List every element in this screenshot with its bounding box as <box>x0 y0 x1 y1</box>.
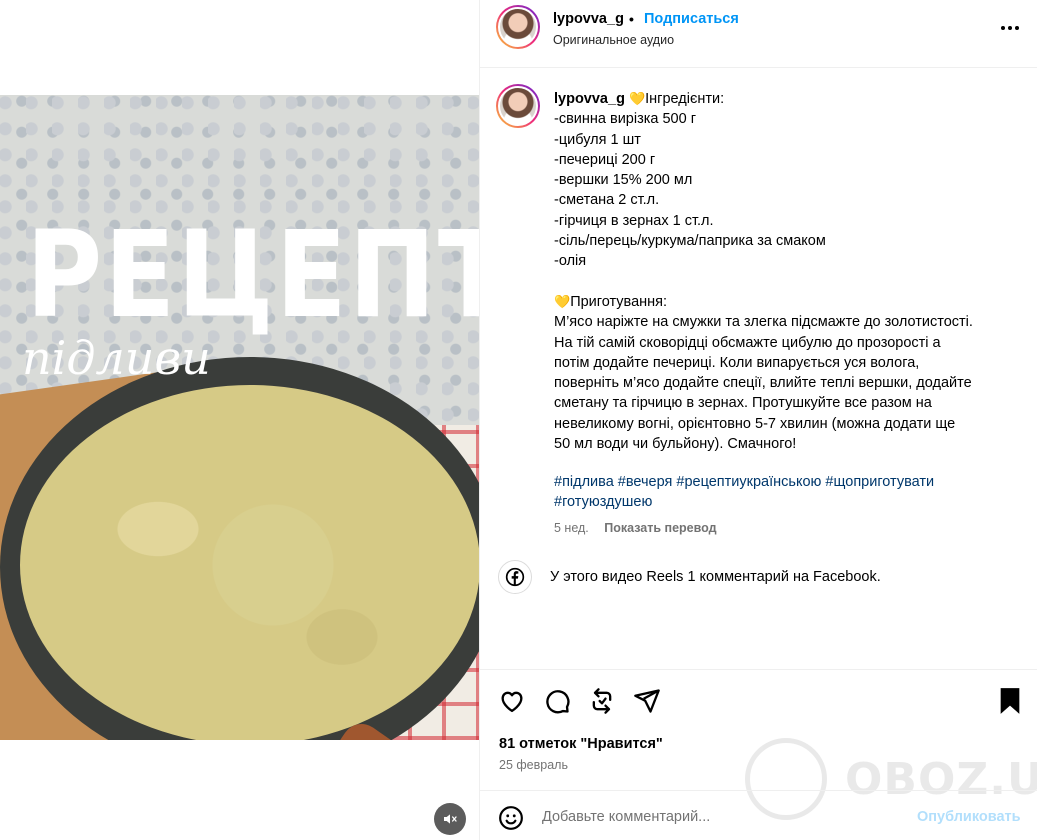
save-button[interactable] <box>998 687 1026 715</box>
emoji-icon <box>499 806 523 830</box>
mute-button[interactable] <box>434 803 466 835</box>
prep-line: 50 мл води чи бульйону). Смачного! <box>554 436 797 453</box>
prep-line: поверніть м’ясо додайте спеції, влийте т… <box>554 375 972 392</box>
caption-avatar[interactable] <box>496 84 540 128</box>
facebook-icon <box>505 567 525 587</box>
comment-bar: Опубликовать <box>480 790 1037 840</box>
facebook-note-text: У этого видео Reels 1 комментарий на Fac… <box>550 569 881 585</box>
yellow-heart-icon: 💛 <box>628 91 646 106</box>
share-icon <box>634 689 660 713</box>
hashtag-link[interactable]: #рецептиукраїнською <box>676 474 821 490</box>
video-frame[interactable]: РЕЦЕПТ підливи <box>0 95 479 740</box>
prep-line: М’ясо наріжте на смужки та злегка підсма… <box>554 314 973 331</box>
yellow-heart-icon: 💛 <box>554 293 571 309</box>
comment-button[interactable] <box>543 687 571 715</box>
post-caption: lypovva_g 💛Інгредієнти: -свинна вирізка … <box>480 70 1037 670</box>
follow-button[interactable]: Подписаться <box>644 11 739 27</box>
hashtag-link[interactable]: #підлива <box>554 474 614 490</box>
caption-line: -сіль/перець/куркума/паприка за смаком <box>554 233 826 250</box>
emoji-button[interactable] <box>498 805 524 831</box>
translate-button[interactable]: Показать перевод <box>604 521 716 535</box>
hashtag-link[interactable]: #щоприготувати <box>825 474 934 490</box>
likes-count[interactable]: 81 отметок "Нравится" <box>499 736 663 752</box>
prep-line: невеликому вогні, орієнтовно 5-7 хвилин … <box>554 415 956 432</box>
facebook-comments-note: У этого видео Reels 1 комментарий на Fac… <box>498 559 881 595</box>
repost-button[interactable] <box>588 687 616 715</box>
audio-link[interactable]: Оригинальное аудио <box>553 33 674 47</box>
sauce-dish <box>20 385 479 740</box>
post-media[interactable]: РЕЦЕПТ підливи <box>0 0 479 840</box>
prep-line: потім додайте печериці. Коли випарується… <box>554 354 920 371</box>
more-options-button[interactable] <box>998 16 1022 40</box>
prep-line: сметану та гірчицю в зернах. Протушкуйте… <box>554 395 932 412</box>
header-separator: • <box>629 11 634 27</box>
post-header: lypovva_g • Подписаться Оригинальное ауд… <box>480 0 1037 68</box>
caption-line: -цибуля 1 шт <box>554 131 641 148</box>
caption-line: -сметана 2 ст.л. <box>554 192 660 209</box>
publish-button[interactable]: Опубликовать <box>917 809 1021 825</box>
caption-line: -вершки 15% 200 мл <box>554 172 693 189</box>
like-icon <box>501 691 523 713</box>
header-username[interactable]: lypovva_g <box>553 11 624 27</box>
overlay-subtitle: підливи <box>22 331 211 385</box>
mute-icon <box>444 814 457 824</box>
post-age[interactable]: 5 нед. <box>554 521 589 535</box>
caption-line: Інгредієнти: <box>645 91 725 107</box>
share-button[interactable] <box>633 687 661 715</box>
caption-username[interactable]: lypovva_g <box>554 91 625 107</box>
post-date[interactable]: 25 февраль <box>499 758 568 772</box>
prep-title: Приготування: <box>570 293 668 310</box>
caption-line: -гірчиця в зернах 1 ст.л. <box>554 212 714 229</box>
facebook-icon-wrapper <box>498 560 532 594</box>
like-button[interactable] <box>498 687 526 715</box>
bookmark-icon <box>1000 688 1020 714</box>
caption-line: -свинна вирізка 500 г <box>554 111 696 128</box>
caption-line: -печериці 200 г <box>554 151 656 168</box>
post-side-panel: lypovva_g • Подписаться Оригинальное ауд… <box>479 0 1037 840</box>
caption-line: -олія <box>554 253 587 270</box>
prep-line: На тій самій сковорідці обсмажте цибулю … <box>554 334 941 351</box>
overlay-title: РЕЦЕПТ <box>26 204 479 345</box>
hashtags: #підлива #вечеря #рецептиукраїнською #що… <box>554 472 1014 513</box>
caption-meta: 5 нед. Показать перевод <box>554 521 717 535</box>
caption-text: lypovva_g 💛Інгредієнти: -свинна вирізка … <box>554 89 1014 454</box>
action-bar <box>480 683 1037 723</box>
comment-icon <box>546 690 570 714</box>
repost-icon <box>592 688 612 714</box>
comment-input[interactable] <box>542 805 912 829</box>
hashtag-link[interactable]: #готуюздушею <box>554 494 652 510</box>
more-icon <box>1001 26 1019 30</box>
hashtag-link[interactable]: #вечеря <box>618 474 673 490</box>
avatar[interactable] <box>496 5 540 49</box>
